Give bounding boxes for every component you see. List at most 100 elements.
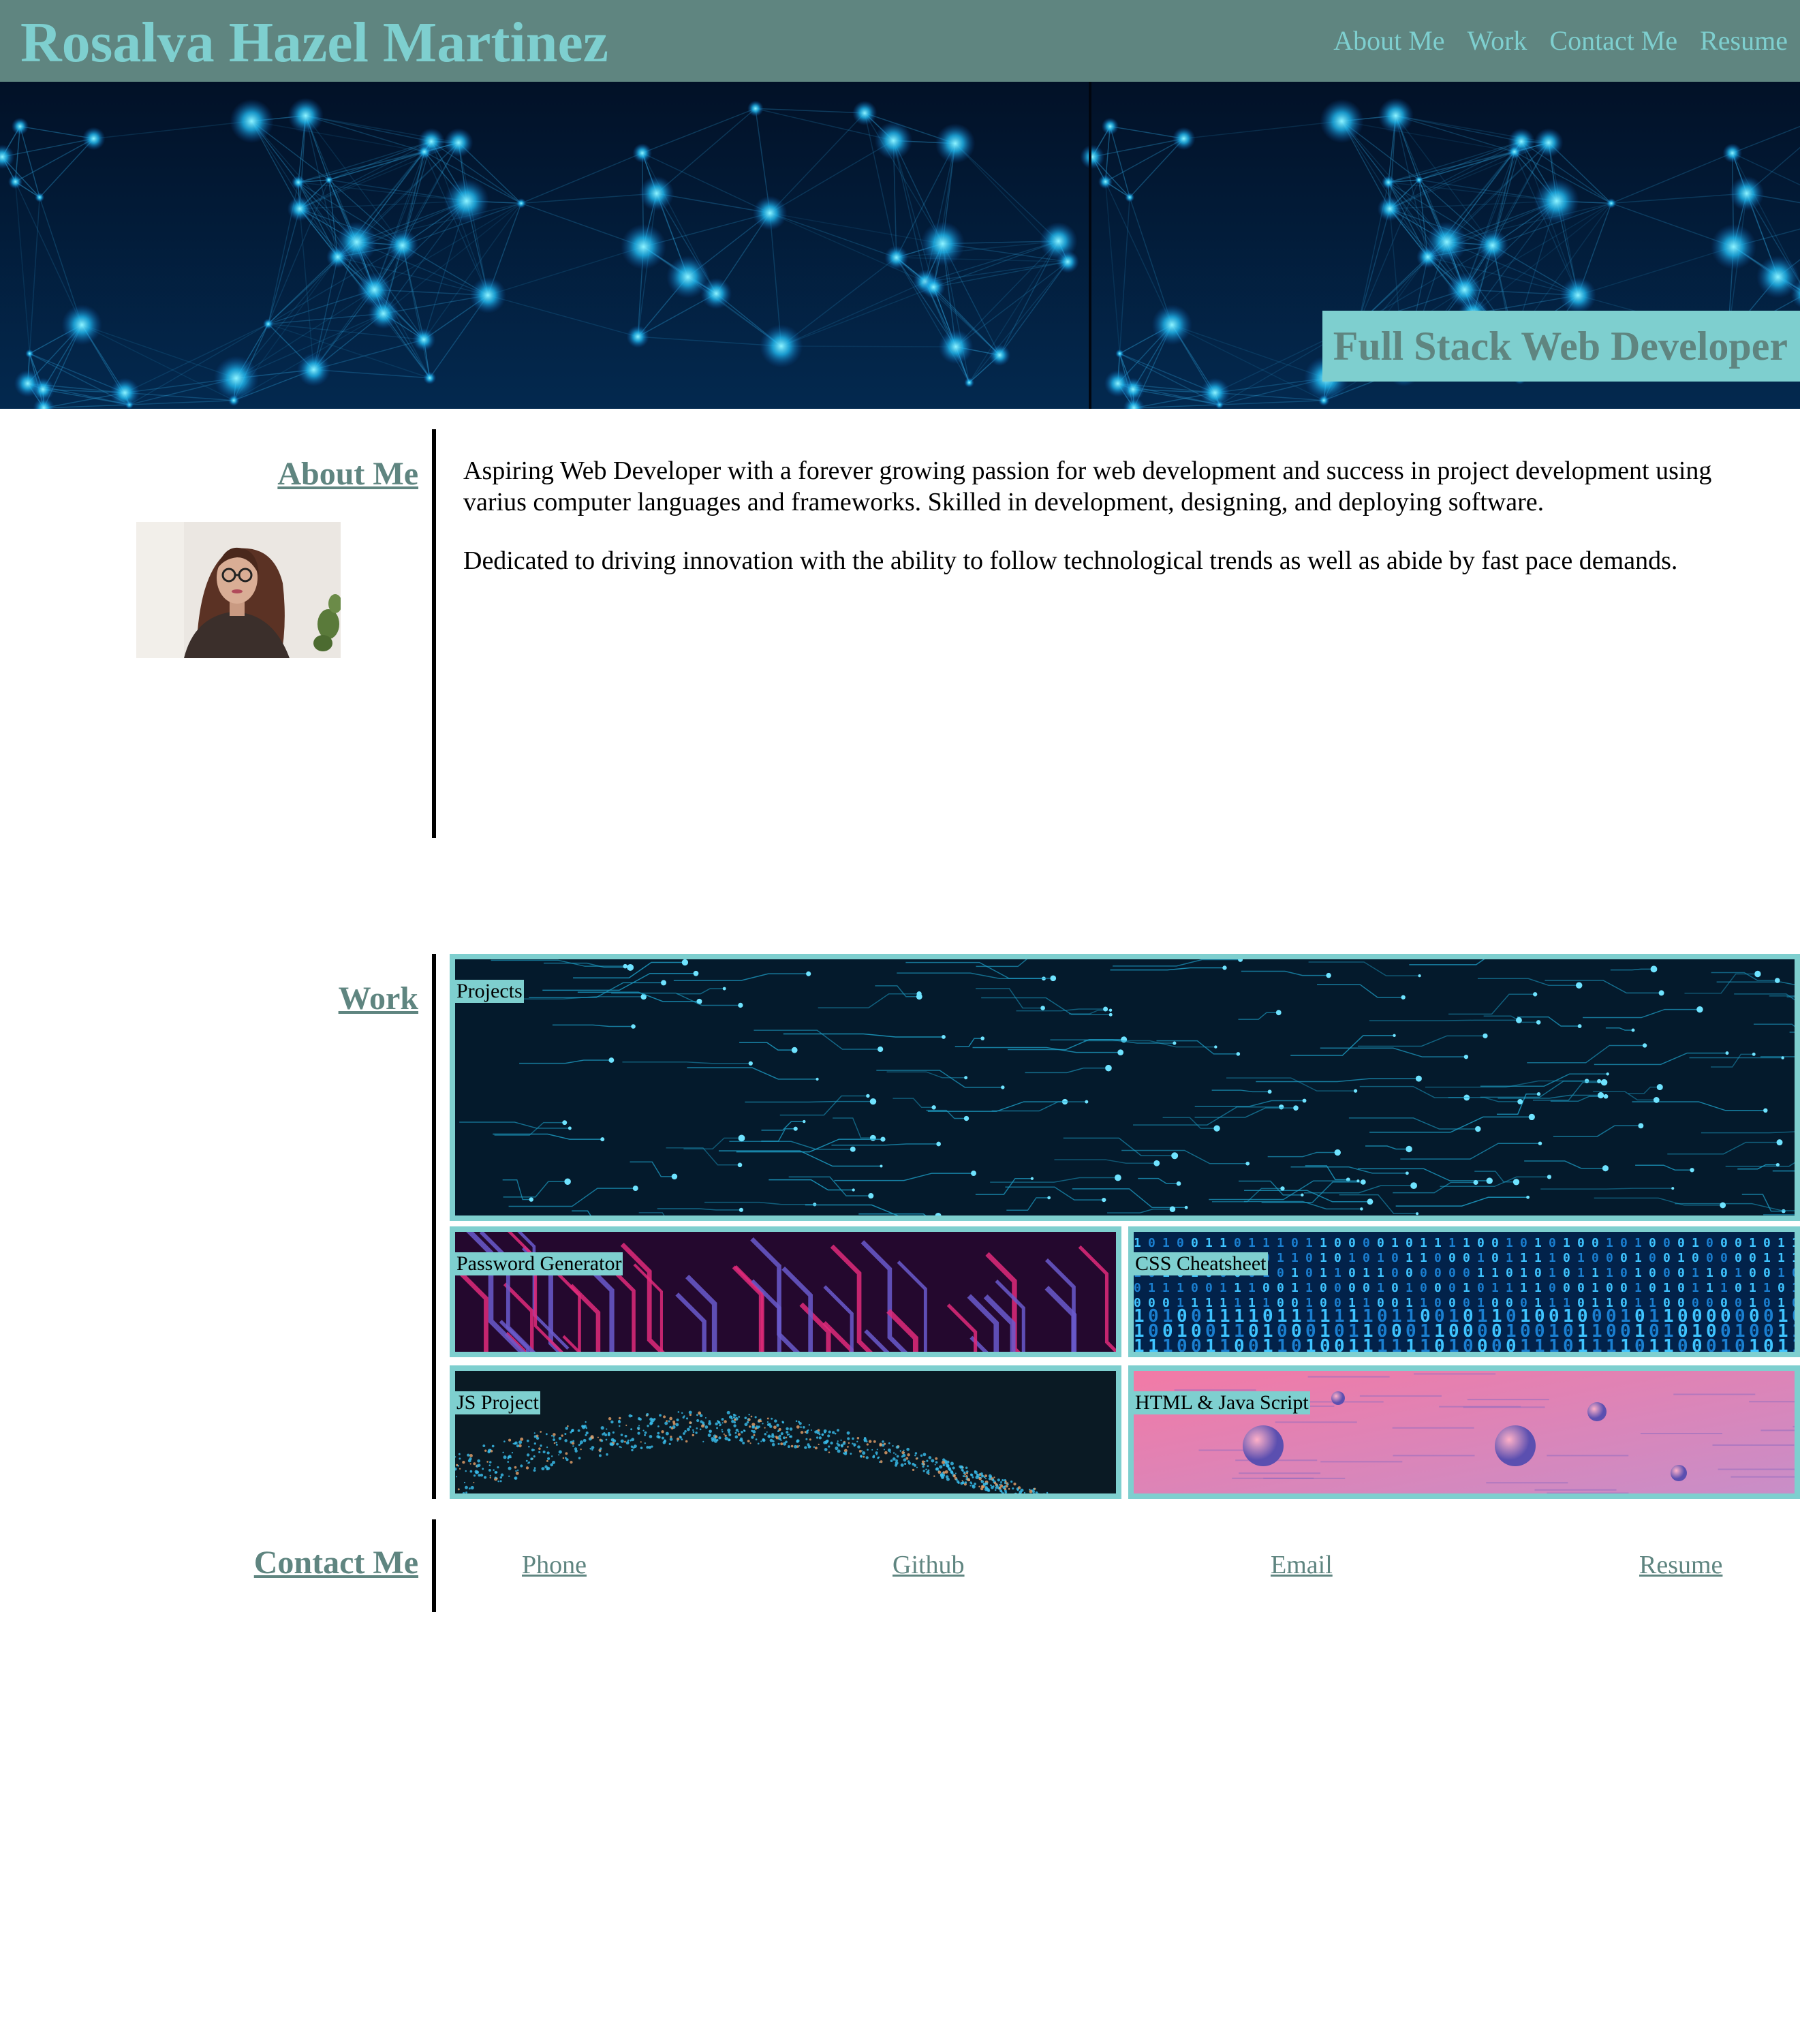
svg-text:1: 1 [1606, 1266, 1613, 1280]
svg-text:1: 1 [1477, 1251, 1485, 1265]
svg-text:0: 0 [1363, 1251, 1370, 1265]
svg-text:1: 1 [1320, 1251, 1327, 1265]
svg-text:0: 0 [1334, 1336, 1345, 1352]
contact-link-email[interactable]: Email [1271, 1549, 1333, 1581]
svg-text:0: 0 [1262, 1281, 1270, 1295]
nav-link-contact-me[interactable]: Contact Me [1549, 20, 1677, 61]
svg-text:1: 1 [1692, 1281, 1699, 1295]
svg-text:1: 1 [1534, 1251, 1542, 1265]
svg-text:0: 0 [1348, 1266, 1356, 1280]
svg-text:1: 1 [1320, 1236, 1327, 1250]
svg-text:0: 0 [1592, 1251, 1599, 1265]
svg-text:0: 0 [1334, 1236, 1341, 1250]
svg-text:1: 1 [1248, 1281, 1256, 1295]
svg-text:0: 0 [1792, 1266, 1795, 1280]
svg-text:0: 0 [1134, 1281, 1141, 1295]
svg-text:1: 1 [1620, 1336, 1631, 1352]
svg-text:0: 0 [1448, 1266, 1456, 1280]
svg-text:1: 1 [1448, 1236, 1456, 1250]
svg-text:1: 1 [1291, 1281, 1299, 1295]
svg-text:1: 1 [1534, 1336, 1545, 1352]
svg-text:1: 1 [1305, 1236, 1313, 1250]
svg-text:1: 1 [1448, 1336, 1459, 1352]
project-tile-password-generator[interactable]: Password Generator [450, 1226, 1121, 1357]
svg-text:0: 0 [1391, 1251, 1399, 1265]
svg-text:1: 1 [1420, 1251, 1427, 1265]
contact-link-resume[interactable]: Resume [1639, 1549, 1722, 1581]
svg-text:0: 0 [1720, 1236, 1728, 1250]
pink-circuit-image [455, 1232, 1116, 1352]
svg-text:0: 0 [1549, 1236, 1556, 1250]
project-tile-js-project[interactable]: JS Project [450, 1365, 1121, 1499]
svg-text:1: 1 [1220, 1336, 1230, 1352]
svg-text:0: 0 [1663, 1251, 1671, 1265]
project-tile-css-cheatsheet[interactable]: 1010011011101100001011110010101001010001… [1128, 1226, 1800, 1357]
svg-text:1: 1 [1320, 1266, 1327, 1280]
svg-text:1: 1 [1377, 1251, 1384, 1265]
svg-text:1: 1 [1792, 1281, 1795, 1295]
svg-text:0: 0 [1391, 1266, 1399, 1280]
svg-text:1: 1 [1763, 1251, 1771, 1265]
svg-text:1: 1 [1305, 1336, 1316, 1352]
svg-text:1: 1 [1520, 1251, 1527, 1265]
contact-link-phone[interactable]: Phone [522, 1549, 587, 1581]
svg-text:1: 1 [1677, 1251, 1685, 1265]
contact-link-github[interactable]: Github [893, 1549, 965, 1581]
nav-link-resume[interactable]: Resume [1700, 20, 1788, 61]
svg-text:1: 1 [1262, 1236, 1270, 1250]
svg-text:0: 0 [1191, 1281, 1198, 1295]
svg-text:1: 1 [1606, 1236, 1613, 1250]
svg-text:1: 1 [1663, 1281, 1671, 1295]
svg-text:1: 1 [1778, 1251, 1785, 1265]
svg-text:1: 1 [1348, 1251, 1356, 1265]
svg-text:0: 0 [1577, 1236, 1585, 1250]
svg-text:0: 0 [1520, 1236, 1527, 1250]
project-tile-label: CSS Cheatsheet [1134, 1252, 1268, 1275]
svg-text:1: 1 [1234, 1281, 1241, 1295]
project-tile-projects[interactable]: Projects [450, 954, 1800, 1221]
svg-text:1: 1 [1706, 1266, 1713, 1280]
contact-divider [432, 1519, 436, 1612]
svg-text:1: 1 [1291, 1251, 1299, 1265]
svg-text:0: 0 [1248, 1336, 1259, 1352]
svg-text:1: 1 [1262, 1336, 1273, 1352]
svg-text:0: 0 [1563, 1336, 1574, 1352]
nav-link-work[interactable]: Work [1468, 20, 1527, 61]
svg-text:0: 0 [1277, 1266, 1284, 1280]
hero-tagline: Full Stack Web Developer [1322, 311, 1800, 382]
about-heading[interactable]: About Me [277, 455, 418, 493]
particle-wave-image [455, 1371, 1116, 1493]
svg-text:0: 0 [1677, 1236, 1685, 1250]
svg-text:0: 0 [1434, 1336, 1445, 1352]
contact-heading[interactable]: Contact Me [254, 1544, 418, 1581]
svg-text:0: 0 [1191, 1236, 1198, 1250]
svg-text:0: 0 [1305, 1251, 1313, 1265]
about-divider [432, 429, 436, 838]
svg-text:1: 1 [1520, 1336, 1531, 1352]
svg-text:1: 1 [1792, 1251, 1795, 1265]
svg-text:1: 1 [1549, 1251, 1556, 1265]
svg-text:0: 0 [1463, 1336, 1474, 1352]
svg-text:1: 1 [1363, 1266, 1370, 1280]
project-tile-html-java-script[interactable]: HTML & Java Script [1128, 1365, 1800, 1499]
svg-text:1: 1 [1177, 1281, 1184, 1295]
svg-text:1: 1 [1634, 1266, 1642, 1280]
svg-text:1: 1 [1477, 1266, 1485, 1280]
svg-text:1: 1 [1377, 1336, 1388, 1352]
nav-link-about-me[interactable]: About Me [1333, 20, 1444, 61]
svg-text:0: 0 [1506, 1336, 1517, 1352]
svg-text:0: 0 [1563, 1281, 1570, 1295]
svg-text:1: 1 [1277, 1336, 1288, 1352]
svg-text:0: 0 [1363, 1236, 1370, 1250]
svg-text:1: 1 [1692, 1266, 1699, 1280]
work-heading[interactable]: Work [339, 980, 418, 1017]
svg-text:0: 0 [1706, 1236, 1713, 1250]
about-text: Aspiring Web Developer with a forever gr… [463, 455, 1778, 604]
svg-text:0: 0 [1620, 1251, 1628, 1265]
svg-text:1: 1 [1749, 1281, 1756, 1295]
svg-text:1: 1 [1778, 1236, 1785, 1250]
svg-text:1: 1 [1406, 1281, 1413, 1295]
svg-text:0: 0 [1735, 1251, 1742, 1265]
svg-text:1: 1 [1391, 1236, 1399, 1250]
svg-text:0: 0 [1491, 1251, 1499, 1265]
